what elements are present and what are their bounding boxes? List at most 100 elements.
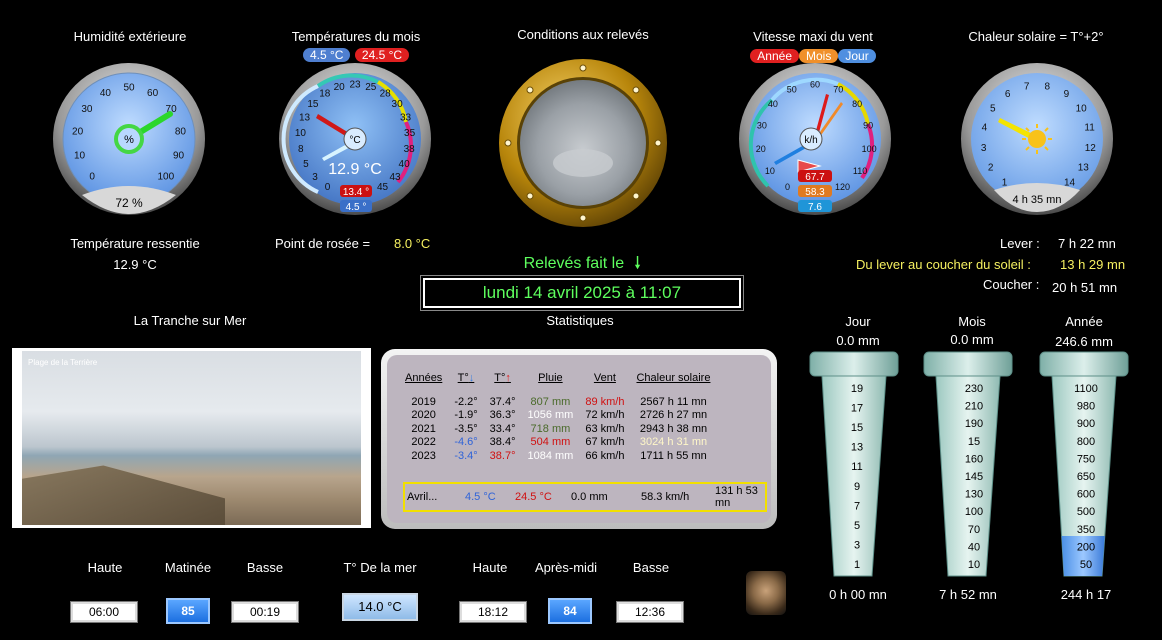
solar-tick-label: 12 — [1085, 143, 1097, 154]
humidity-tick-label: 40 — [100, 88, 112, 99]
temp-badge-low: 4.5 ° — [346, 202, 367, 213]
feels-like-value: 12.9 °C — [113, 257, 157, 272]
rain-scale-label: 750 — [1077, 453, 1095, 465]
rain-scale-label: 1100 — [1074, 383, 1098, 395]
dew-point-value: 8.0 °C — [394, 236, 431, 251]
temp-current: 12.9 °C — [328, 161, 382, 178]
rain-scale-label: 500 — [1077, 506, 1095, 518]
table-row: 2022 -4.6° 38.4° 504 mm 67 km/h 3024 h 31 mn — [411, 436, 708, 449]
month-max-badge: 24.5 °C — [354, 48, 410, 62]
dew-point-label: Point de rosée = — [275, 236, 371, 251]
reading-label-row: Relevés fait le 🠓 — [482, 252, 682, 279]
rain-scale-label: 3 — [854, 539, 860, 551]
cat-icon[interactable] — [746, 571, 786, 615]
sunset-value: 20 h 51 mn — [1052, 280, 1118, 295]
table-row: 2023 -3.4° 38.7° 1084 mm 66 km/h 1711 h 55 m… — [411, 449, 707, 462]
wind-year-value: 67.7 — [805, 172, 825, 183]
humidity-unit: % — [124, 134, 134, 146]
table-row: 2020 -1.9° 36.3° 1056 mm 72 km/h 2726 h 27 m… — [411, 409, 708, 422]
rain-month-duration: 7 h 52 mn — [939, 587, 997, 602]
temp-tick-label: 28 — [380, 89, 392, 100]
solar-title: Chaleur solaire = T°+2° — [968, 29, 1104, 44]
rain-scale-label: 70 — [968, 524, 980, 536]
webcam-image: Plage de la Terrière — [22, 351, 361, 525]
rain-month-label: Mois — [958, 314, 986, 329]
rain-scale-label: 145 — [965, 471, 983, 483]
temp-tick-label: 18 — [319, 89, 331, 100]
col-tmax: T°↑ — [494, 372, 511, 384]
wind-tick-label: 60 — [810, 80, 820, 90]
solar-tick-label: 2 — [988, 162, 994, 173]
stats-table: Années T°↓ T°↑ Pluie Vent Chaleur solair… — [399, 367, 716, 463]
daylight-label: Du lever au coucher du soleil : — [856, 257, 1031, 272]
sea-temp-label: T° De la mer — [343, 560, 417, 575]
humidity-tick-label: 0 — [89, 171, 95, 182]
rain-scale-label: 17 — [851, 403, 863, 415]
rain-scale-label: 1 — [854, 559, 860, 571]
wind-tick-label: 120 — [835, 182, 850, 192]
humidity-tick-label: 50 — [123, 83, 135, 94]
tide-afternoon-low-label: Basse — [632, 560, 670, 575]
solar-tick-label: 10 — [1076, 104, 1088, 115]
tide-afternoon-coef[interactable]: 84 — [548, 598, 592, 624]
rain-scale-label: 980 — [1077, 401, 1095, 413]
sunset-label: Coucher : — [983, 277, 1040, 292]
sunrise-value: 7 h 22 mn — [1058, 236, 1116, 251]
wind-tab-year[interactable]: Année — [750, 49, 799, 63]
arrow-down-icon: 🠓 — [634, 255, 641, 272]
humidity-tick-label: 100 — [157, 171, 174, 182]
rain-scale-label: 200 — [1077, 541, 1095, 553]
tide-morning-low-label: Basse — [246, 560, 284, 575]
rain-month-value: 0.0 mm — [950, 332, 994, 347]
rain-scale-label: 350 — [1077, 524, 1095, 536]
tide-afternoon-low: 12:36 — [616, 601, 684, 623]
humidity-tick-label: 80 — [175, 126, 187, 137]
solar-tick-label: 9 — [1064, 89, 1070, 100]
col-rain: Pluie — [538, 372, 563, 384]
webcam-caption: Plage de la Terrière — [28, 358, 98, 367]
temp-unit: °C — [349, 135, 360, 146]
humidity-title: Humidité extérieure — [73, 29, 187, 44]
solar-tick-label: 7 — [1024, 82, 1030, 93]
solar-gauge: 0123456789101112131415 4 h 35 mn — [960, 62, 1114, 216]
col-tmin: T°↓ — [457, 372, 475, 384]
rain-year-duration: 244 h 17 — [1060, 587, 1112, 602]
humidity-tick-label: 30 — [81, 104, 93, 115]
temp-tick-label: 40 — [399, 159, 411, 170]
rain-scale-label: 13 — [851, 442, 863, 454]
wind-tab-month[interactable]: Mois — [799, 49, 839, 63]
solar-tick-label: 8 — [1045, 82, 1051, 93]
rain-gauges: 19 17 15 13 11 9 7 5 3 1 230 210 190 15 160 145 130 100 70… — [809, 351, 1129, 577]
table-row: 2021 -3.5° 33.4° 718 mm 63 km/h 2943 h 38 mn — [411, 422, 708, 435]
sea-temp-value[interactable]: 14.0 °C — [342, 593, 418, 621]
rain-scale-label: 7 — [854, 500, 860, 512]
temp-tick-label: 8 — [298, 144, 304, 155]
temp-tick-label: 13 — [299, 113, 311, 124]
webcam-panel[interactable]: Plage de la Terrière — [12, 348, 371, 528]
wind-tick-label: 50 — [787, 85, 797, 95]
solar-tick-label: 4 — [982, 122, 988, 133]
month-min-badge: 4.5 °C — [302, 48, 351, 62]
wind-tab-day[interactable]: Jour — [838, 49, 876, 63]
wind-tick-label: 30 — [757, 120, 767, 130]
tide-morning-coef[interactable]: 85 — [166, 598, 210, 624]
tide-morning-label: Matinée — [164, 560, 212, 575]
rain-scale-label: 15 — [851, 422, 863, 434]
temp-tick-label: 0 — [325, 182, 331, 193]
solar-duration: 4 h 35 mn — [1013, 194, 1062, 206]
wind-gauge: 0 10 20 30 40 50 60 70 80 90 100 110 120 k/h 67.7 58… — [738, 62, 892, 216]
rain-scale-label: 11 — [851, 461, 862, 473]
table-row: 2019 -2.2° 37.4° 807 mm 89 km/h 2567 h 11 mn — [411, 395, 707, 408]
tide-morning-low: 00:19 — [231, 601, 299, 623]
stats-panel: Années T°↓ T°↑ Pluie Vent Chaleur solair… — [381, 349, 777, 529]
wind-tick-label: 80 — [852, 99, 862, 109]
solar-tick-label: 6 — [1005, 89, 1011, 100]
wind-unit: k/h — [804, 135, 817, 146]
rain-scale-label: 230 — [965, 383, 983, 395]
wind-tick-label: 40 — [768, 99, 778, 109]
wind-tick-label: 70 — [833, 85, 843, 95]
humidity-gauge: 0 10 20 30 40 50 60 70 80 90 100 % 72 % — [52, 62, 206, 216]
rain-scale-label: 190 — [965, 418, 983, 430]
tide-afternoon-label: Après-midi — [534, 560, 598, 575]
temp-tick-label: 38 — [404, 144, 416, 155]
